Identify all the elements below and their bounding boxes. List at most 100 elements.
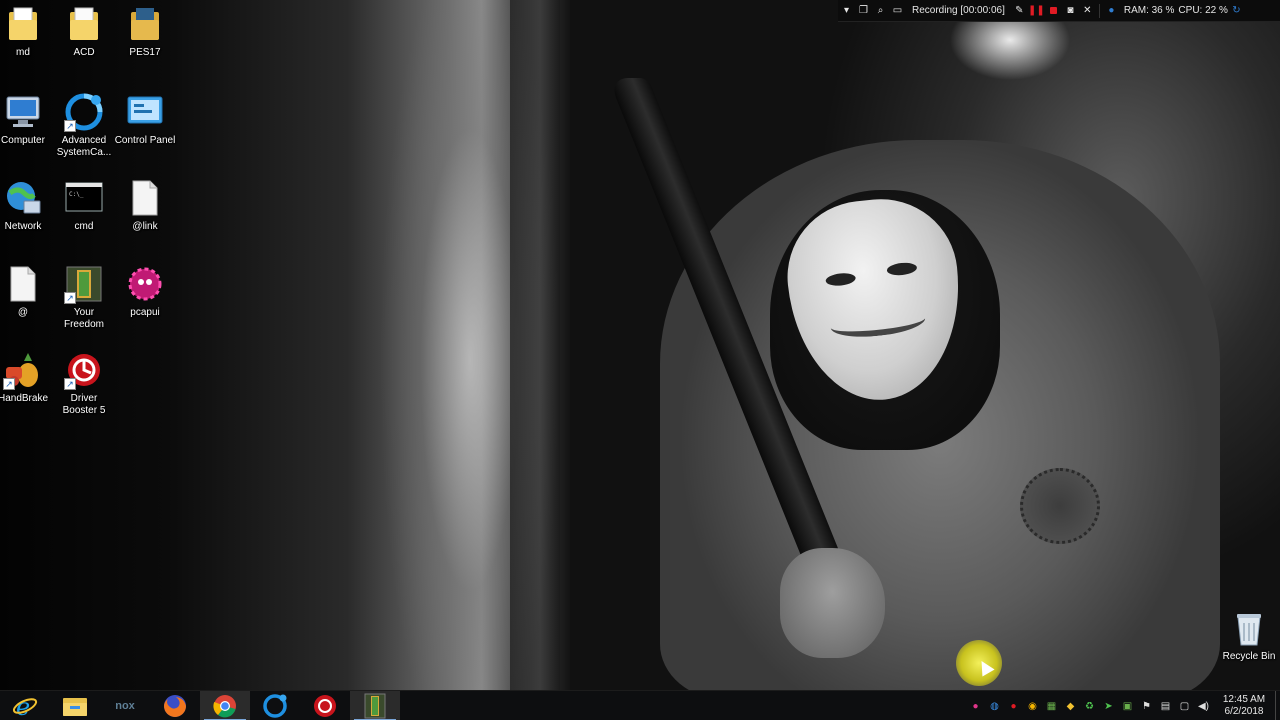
desktop-icon-computer[interactable]: Computer — [0, 92, 54, 147]
clock-time: 12:45 AM — [1222, 694, 1266, 705]
chevron-down-icon: ▾ — [843, 5, 850, 16]
window-icon: ❐ — [859, 5, 868, 16]
tray-sync[interactable]: ♻ — [1080, 691, 1099, 720]
desktop-icon-label: Recycle Bin — [1222, 651, 1276, 662]
taskbar-clock[interactable]: 12:45 AM 6/2/2018 — [1213, 694, 1275, 718]
system-tray: ● ◍ ● ◉ ▦ ◆ ♻ ➤ ▣ ⚑ ▤ ▢ ◀) 12:45 AM 6/2/… — [966, 691, 1280, 720]
desktop-icon-pcapui[interactable]: pcapui — [114, 264, 176, 319]
recorder-menu-button[interactable]: ▾ — [838, 1, 855, 21]
stop-icon — [1049, 7, 1057, 14]
desktop-icon-driver-booster[interactable]: ↗ Driver Booster 5 — [53, 350, 115, 417]
taskbar-app-file-explorer[interactable] — [50, 691, 100, 720]
recorder-settings-button[interactable]: ↻ — [1228, 1, 1245, 21]
desktop-icon-link-file[interactable]: @link — [114, 178, 176, 233]
desktop-icon-label: Network — [4, 221, 42, 232]
folder-icon — [3, 4, 43, 44]
taskbar-app-your-freedom[interactable] — [350, 690, 400, 720]
tray-windows-app[interactable]: ▦ — [1042, 691, 1061, 720]
wallpaper-emblem — [1020, 468, 1100, 544]
desktop-icon-handbrake[interactable]: ↗ HandBrake — [0, 350, 54, 405]
desktop-icon-control-panel[interactable]: Control Panel — [114, 92, 176, 147]
desktop-icon-cmd[interactable]: C:\_ cmd — [53, 178, 115, 233]
recorder-window-button[interactable]: ❐ — [855, 1, 872, 21]
tray-chrome[interactable]: ◉ — [1023, 691, 1042, 720]
taskbar: e nox ● ◍ ● ◉ ▦ ◆ ♻ ➤ ▣ ⚑ ▤ ▢ ◀) 12:45 A… — [0, 690, 1280, 720]
handbrake-icon: ↗ — [3, 350, 43, 390]
magnifier-icon: ⌕ — [877, 5, 884, 16]
camera-icon: ◙ — [1067, 5, 1074, 16]
desktop-icon-pes17[interactable]: PES17 — [114, 4, 176, 59]
tray-action-center-flag[interactable]: ⚑ — [1137, 691, 1156, 720]
desktop-icon-label: cmd — [74, 221, 94, 232]
desktop-icon-at-file[interactable]: @ — [0, 264, 54, 319]
desktop-icon-acd[interactable]: ACD — [53, 4, 115, 59]
svg-text:e: e — [16, 693, 30, 719]
desktop-icon-label: Computer — [1, 135, 45, 146]
desktop-icon-label: @ — [17, 307, 29, 318]
recording-status: Recording [00:00:06] — [912, 5, 1005, 16]
recorder-stop-button[interactable] — [1045, 1, 1062, 21]
desktop-icon-network[interactable]: Network — [0, 178, 54, 233]
tray-recorder[interactable]: ● — [1004, 691, 1023, 720]
taskbar-app-driver-booster[interactable] — [300, 691, 350, 720]
recorder-screenshot-button[interactable]: ◙ — [1062, 1, 1079, 21]
region-select-icon: ▭ — [892, 5, 903, 16]
folder-icon — [125, 4, 165, 44]
flag-icon: ⚑ — [1142, 700, 1151, 712]
folder-icon — [63, 697, 87, 716]
network-icon — [3, 178, 43, 218]
recorder-region-button[interactable]: ▭ — [889, 1, 906, 21]
firefox-icon — [164, 694, 186, 717]
tray-display[interactable]: ▢ — [1175, 691, 1194, 720]
recorder-zoom-button[interactable]: ⌕ — [872, 1, 889, 21]
tray-device[interactable]: ▤ — [1156, 691, 1175, 720]
recorder-close-button[interactable]: ✕ — [1079, 1, 1096, 21]
tray-volume[interactable]: ◀) — [1194, 691, 1213, 720]
wallpaper-pillar — [510, 0, 570, 690]
cpu-usage: CPU: 22 % — [1178, 5, 1228, 16]
desktop-icon-md[interactable]: md — [0, 4, 54, 59]
shortcut-arrow-icon: ↗ — [3, 378, 15, 390]
wallpaper-hand — [780, 548, 885, 658]
advanced-systemcare-icon — [263, 693, 287, 718]
windows-icon: ▦ — [1046, 700, 1057, 712]
tray-shield[interactable]: ◆ — [1061, 691, 1080, 720]
recorder-pause-button[interactable]: ❚❚ — [1028, 1, 1045, 21]
pause-icon: ❚❚ — [1027, 5, 1045, 16]
close-icon: ✕ — [1083, 5, 1092, 16]
ie-icon: e — [12, 693, 38, 719]
desktop-wallpaper — [0, 0, 1280, 690]
desktop-icon-label: Control Panel — [114, 135, 176, 146]
mask-eye-left — [825, 271, 857, 288]
tray-pcapui[interactable]: ● — [966, 691, 985, 720]
shortcut-arrow-icon: ↗ — [64, 120, 76, 132]
svg-text:C:\_: C:\_ — [69, 191, 84, 198]
show-desktop-button[interactable] — [1275, 691, 1280, 720]
display-icon: ▢ — [1179, 700, 1190, 712]
desktop-icon-label: Your Freedom — [63, 307, 104, 330]
desktop-icon-label: Advanced SystemCa... — [56, 135, 112, 158]
screen-recorder-toolbar: ▾ ❐ ⌕ ▭ Recording [00:00:06] ✎ ❚❚ ◙ ✕ ● … — [838, 0, 1280, 22]
tray-update[interactable]: ➤ — [1099, 691, 1118, 720]
desktop-icon-your-freedom[interactable]: ↗ Your Freedom — [53, 264, 115, 331]
taskbar-app-nox[interactable]: nox — [100, 691, 150, 720]
taskbar-app-advanced-systemcare[interactable] — [250, 691, 300, 720]
tray-app[interactable]: ▣ — [1118, 691, 1137, 720]
tray-network-monitor[interactable]: ◍ — [985, 691, 1004, 720]
desktop-icon-label: Driver Booster 5 — [62, 393, 106, 416]
desktop-icon-advanced-systemcare[interactable]: ↗ Advanced SystemCa... — [53, 92, 115, 159]
recorder-draw-button[interactable]: ✎ — [1011, 1, 1028, 21]
desktop-icon-recycle-bin[interactable]: Recycle Bin — [1218, 608, 1280, 663]
recorder-mic-button[interactable]: ● — [1103, 1, 1120, 21]
cmd-icon: C:\_ — [64, 178, 104, 218]
computer-icon — [3, 92, 43, 132]
file-icon — [125, 178, 165, 218]
desktop-icon-label: pcapui — [130, 307, 160, 318]
taskbar-app-firefox[interactable] — [150, 691, 200, 720]
pcapui-icon — [125, 264, 165, 304]
taskbar-app-chrome[interactable] — [200, 690, 250, 720]
your-freedom-icon: ↗ — [64, 264, 104, 304]
taskbar-app-internet-explorer[interactable]: e — [0, 691, 50, 720]
clock-date: 6/2/2018 — [1224, 706, 1264, 717]
ram-usage: RAM: 36 % — [1123, 5, 1175, 16]
